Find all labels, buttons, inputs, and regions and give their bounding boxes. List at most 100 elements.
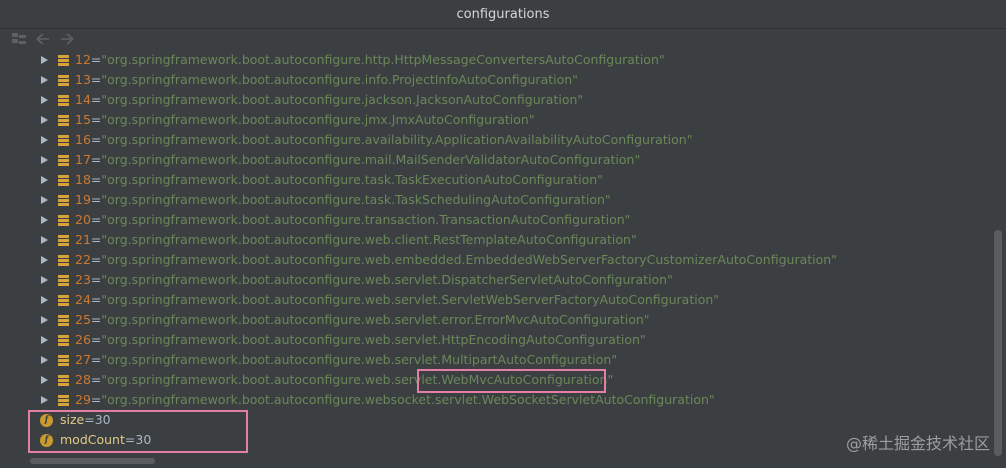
tree-row-item[interactable]: 25 = "org.springframework.boot.autoconfi… [0, 310, 990, 330]
item-index: 25 [75, 312, 91, 327]
forward-arrow-icon[interactable] [56, 30, 78, 48]
list-icon [58, 394, 69, 406]
expand-arrow-icon[interactable] [41, 356, 48, 364]
field-name: modCount [60, 432, 125, 447]
item-value: "org.springframework.boot.autoconfigure.… [101, 392, 715, 407]
tree-row-item[interactable]: 26 = "org.springframework.boot.autoconfi… [0, 330, 990, 350]
tree-row-item[interactable]: 22 = "org.springframework.boot.autoconfi… [0, 250, 990, 270]
expand-arrow-icon[interactable] [41, 116, 48, 124]
item-value: "org.springframework.boot.autoconfigure.… [101, 132, 693, 147]
expand-arrow-icon[interactable] [41, 76, 48, 84]
equals-sign: = [90, 252, 102, 267]
tree-row-item[interactable]: 20 = "org.springframework.boot.autoconfi… [0, 210, 990, 230]
watermark: @稀土掘金技术社区 [845, 434, 990, 453]
expand-arrow-icon[interactable] [41, 196, 48, 204]
list-icon [58, 254, 69, 266]
item-index: 27 [75, 352, 91, 367]
equals-sign: = [90, 392, 102, 407]
item-index: 16 [75, 132, 91, 147]
item-index: 15 [75, 112, 91, 127]
list-icon [58, 54, 69, 66]
tree-row-item[interactable]: 27 = "org.springframework.boot.autoconfi… [0, 350, 990, 370]
item-value: "org.springframework.boot.autoconfigure.… [101, 272, 673, 287]
tree-row-item[interactable]: 16 = "org.springframework.boot.autoconfi… [0, 130, 990, 150]
item-index: 18 [75, 172, 91, 187]
item-value: "org.springframework.boot.autoconfigure.… [101, 372, 614, 387]
field-value: 30 [135, 432, 152, 447]
horizontal-scrollbar-thumb[interactable] [30, 458, 155, 464]
expand-arrow-icon[interactable] [41, 136, 48, 144]
equals-sign: = [90, 332, 102, 347]
equals-sign: = [90, 92, 102, 107]
item-value: "org.springframework.boot.autoconfigure.… [101, 352, 618, 367]
vertical-scrollbar-thumb[interactable] [994, 230, 1002, 456]
tree-row-item[interactable]: 15 = "org.springframework.boot.autoconfi… [0, 110, 990, 130]
tree-row-item[interactable]: 23 = "org.springframework.boot.autoconfi… [0, 270, 990, 290]
expand-arrow-icon[interactable] [41, 296, 48, 304]
group-icon[interactable] [8, 30, 30, 48]
equals-sign: = [90, 352, 102, 367]
item-index: 28 [75, 372, 91, 387]
equals-sign: = [90, 232, 102, 247]
expand-arrow-icon[interactable] [41, 96, 48, 104]
item-value: "org.springframework.boot.autoconfigure.… [101, 172, 603, 187]
list-icon [58, 374, 69, 386]
tree-row-item[interactable]: 17 = "org.springframework.boot.autoconfi… [0, 150, 990, 170]
list-icon [58, 234, 69, 246]
tree-row-item[interactable]: 13 = "org.springframework.boot.autoconfi… [0, 70, 990, 90]
item-index: 12 [75, 52, 91, 67]
item-value: "org.springframework.boot.autoconfigure.… [101, 312, 650, 327]
expand-arrow-icon[interactable] [41, 56, 48, 64]
equals-sign: = [90, 132, 102, 147]
tree-row-item[interactable]: 18 = "org.springframework.boot.autoconfi… [0, 170, 990, 190]
list-icon [58, 174, 69, 186]
window-title: configurations [456, 6, 550, 22]
item-value: "org.springframework.boot.autoconfigure.… [101, 332, 646, 347]
equals-sign: = [90, 292, 102, 307]
list-icon [58, 214, 69, 226]
window-titlebar: configurations [0, 0, 1006, 29]
item-index: 23 [75, 272, 91, 287]
list-icon [58, 274, 69, 286]
expand-arrow-icon[interactable] [41, 156, 48, 164]
list-icon [58, 314, 69, 326]
item-index: 14 [75, 92, 91, 107]
tree-row-item[interactable]: 19 = "org.springframework.boot.autoconfi… [0, 190, 990, 210]
expand-arrow-icon[interactable] [41, 276, 48, 284]
tree-row-item[interactable]: 14 = "org.springframework.boot.autoconfi… [0, 90, 990, 110]
list-icon [58, 114, 69, 126]
list-icon [58, 134, 69, 146]
expand-arrow-icon[interactable] [41, 336, 48, 344]
expand-arrow-icon[interactable] [41, 396, 48, 404]
tree-row-field[interactable]: f size = 30 [0, 410, 990, 430]
tree-row-item[interactable]: 28 = "org.springframework.boot.autoconfi… [0, 370, 990, 390]
expand-arrow-icon[interactable] [41, 236, 48, 244]
toolbar [0, 29, 1006, 49]
field-name: size [60, 412, 85, 427]
item-index: 26 [75, 332, 91, 347]
back-arrow-icon[interactable] [32, 30, 54, 48]
item-value: "org.springframework.boot.autoconfigure.… [101, 152, 641, 167]
expand-arrow-icon[interactable] [41, 176, 48, 184]
equals-sign: = [90, 192, 102, 207]
list-icon [58, 154, 69, 166]
list-icon [58, 294, 69, 306]
item-value: "org.springframework.boot.autoconfigure.… [101, 192, 611, 207]
equals-sign: = [90, 212, 102, 227]
item-value: "org.springframework.boot.autoconfigure.… [101, 232, 637, 247]
expand-arrow-icon[interactable] [41, 376, 48, 384]
equals-sign: = [90, 172, 102, 187]
tree-row-field[interactable]: f modCount = 30 [0, 430, 990, 450]
item-value: "org.springframework.boot.autoconfigure.… [101, 112, 535, 127]
item-value: "org.springframework.boot.autoconfigure.… [101, 212, 631, 227]
tree-row-item[interactable]: 24 = "org.springframework.boot.autoconfi… [0, 290, 990, 310]
expand-arrow-icon[interactable] [41, 256, 48, 264]
expand-arrow-icon[interactable] [41, 216, 48, 224]
field-value: 30 [94, 412, 111, 427]
equals-sign: = [84, 412, 95, 427]
tree-row-item[interactable]: 21 = "org.springframework.boot.autoconfi… [0, 230, 990, 250]
expand-arrow-icon[interactable] [41, 316, 48, 324]
tree-row-item[interactable]: 12 = "org.springframework.boot.autoconfi… [0, 50, 990, 70]
tree-row-item[interactable]: 29 = "org.springframework.boot.autoconfi… [0, 390, 990, 410]
equals-sign: = [90, 112, 102, 127]
